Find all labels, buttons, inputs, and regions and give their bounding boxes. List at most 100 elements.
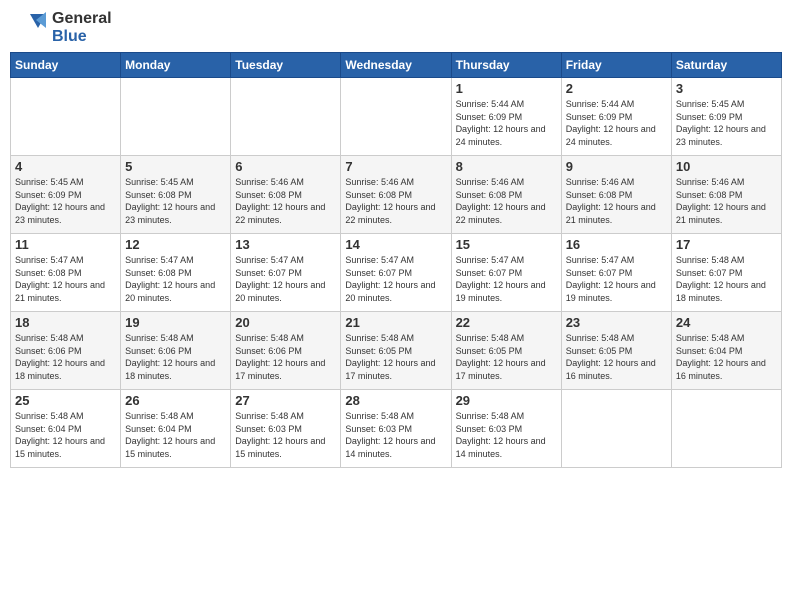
day-number: 8 — [456, 159, 557, 174]
day-number: 12 — [125, 237, 226, 252]
day-info: Sunrise: 5:47 AM Sunset: 6:08 PM Dayligh… — [15, 254, 116, 304]
day-info: Sunrise: 5:46 AM Sunset: 6:08 PM Dayligh… — [676, 176, 777, 226]
weekday-header-saturday: Saturday — [671, 53, 781, 78]
day-number: 2 — [566, 81, 667, 96]
day-info: Sunrise: 5:47 AM Sunset: 6:07 PM Dayligh… — [345, 254, 446, 304]
day-info: Sunrise: 5:48 AM Sunset: 6:03 PM Dayligh… — [235, 410, 336, 460]
day-number: 16 — [566, 237, 667, 252]
day-number: 20 — [235, 315, 336, 330]
day-cell: 11 Sunrise: 5:47 AM Sunset: 6:08 PM Dayli… — [11, 234, 121, 312]
day-cell — [671, 390, 781, 468]
day-info: Sunrise: 5:46 AM Sunset: 6:08 PM Dayligh… — [345, 176, 446, 226]
day-cell: 15 Sunrise: 5:47 AM Sunset: 6:07 PM Dayli… — [451, 234, 561, 312]
day-cell: 9Sunrise: 5:46 AM Sunset: 6:08 PM Daylig… — [561, 156, 671, 234]
logo: GeneralBlue — [10, 10, 112, 46]
day-cell: 23 Sunrise: 5:48 AM Sunset: 6:05 PM Dayli… — [561, 312, 671, 390]
day-number: 24 — [676, 315, 777, 330]
week-row-1: 1 Sunrise: 5:44 AM Sunset: 6:09 PM Daylig… — [11, 78, 782, 156]
weekday-header-tuesday: Tuesday — [231, 53, 341, 78]
day-number: 4 — [15, 159, 116, 174]
weekday-header-sunday: Sunday — [11, 53, 121, 78]
day-info: Sunrise: 5:45 AM Sunset: 6:09 PM Dayligh… — [15, 176, 116, 226]
day-info: Sunrise: 5:44 AM Sunset: 6:09 PM Dayligh… — [566, 98, 667, 148]
day-number: 7 — [345, 159, 446, 174]
day-cell: 8 Sunrise: 5:46 AM Sunset: 6:08 PM Daylig… — [451, 156, 561, 234]
day-number: 6 — [235, 159, 336, 174]
day-info: Sunrise: 5:48 AM Sunset: 6:05 PM Dayligh… — [566, 332, 667, 382]
logo-general: General — [52, 10, 112, 28]
day-cell: 16 Sunrise: 5:47 AM Sunset: 6:07 PM Dayli… — [561, 234, 671, 312]
week-row-2: 4 Sunrise: 5:45 AM Sunset: 6:09 PM Daylig… — [11, 156, 782, 234]
day-cell: 6 Sunrise: 5:46 AM Sunset: 6:08 PM Daylig… — [231, 156, 341, 234]
day-number: 26 — [125, 393, 226, 408]
day-cell: 24 Sunrise: 5:48 AM Sunset: 6:04 PM Dayli… — [671, 312, 781, 390]
day-info: Sunrise: 5:48 AM Sunset: 6:03 PM Dayligh… — [456, 410, 557, 460]
day-cell: 26 Sunrise: 5:48 AM Sunset: 6:04 PM Dayli… — [121, 390, 231, 468]
day-cell: 5 Sunrise: 5:45 AM Sunset: 6:08 PM Daylig… — [121, 156, 231, 234]
day-info: Sunrise: 5:48 AM Sunset: 6:04 PM Dayligh… — [676, 332, 777, 382]
day-cell — [231, 78, 341, 156]
day-cell: 2 Sunrise: 5:44 AM Sunset: 6:09 PM Daylig… — [561, 78, 671, 156]
day-info: Sunrise: 5:48 AM Sunset: 6:06 PM Dayligh… — [15, 332, 116, 382]
day-cell — [11, 78, 121, 156]
day-cell: 27 Sunrise: 5:48 AM Sunset: 6:03 PM Dayli… — [231, 390, 341, 468]
day-number: 22 — [456, 315, 557, 330]
day-number: 13 — [235, 237, 336, 252]
day-info: Sunrise: 5:48 AM Sunset: 6:05 PM Dayligh… — [345, 332, 446, 382]
calendar-table: SundayMondayTuesdayWednesdayThursdayFrid… — [10, 52, 782, 468]
day-cell — [121, 78, 231, 156]
week-row-4: 18 Sunrise: 5:48 AM Sunset: 6:06 PM Dayli… — [11, 312, 782, 390]
day-info: Sunrise: 5:46 AM Sunset: 6:08 PM Dayligh… — [235, 176, 336, 226]
weekday-header-thursday: Thursday — [451, 53, 561, 78]
day-cell — [561, 390, 671, 468]
day-cell: 3 Sunrise: 5:45 AM Sunset: 6:09 PM Daylig… — [671, 78, 781, 156]
day-number: 29 — [456, 393, 557, 408]
day-number: 27 — [235, 393, 336, 408]
day-number: 3 — [676, 81, 777, 96]
day-info: Sunrise: 5:45 AM Sunset: 6:08 PM Dayligh… — [125, 176, 226, 226]
day-info: Sunrise: 5:47 AM Sunset: 6:07 PM Dayligh… — [235, 254, 336, 304]
day-number: 5 — [125, 159, 226, 174]
weekday-header-monday: Monday — [121, 53, 231, 78]
day-info: Sunrise: 5:48 AM Sunset: 6:06 PM Dayligh… — [125, 332, 226, 382]
day-cell: 13 Sunrise: 5:47 AM Sunset: 6:07 PM Dayli… — [231, 234, 341, 312]
header: GeneralBlue — [10, 10, 782, 46]
day-cell: 25Sunrise: 5:48 AM Sunset: 6:04 PM Dayli… — [11, 390, 121, 468]
day-info: Sunrise: 5:48 AM Sunset: 6:04 PM Dayligh… — [125, 410, 226, 460]
day-info: Sunrise: 5:48 AM Sunset: 6:07 PM Dayligh… — [676, 254, 777, 304]
day-cell: 21 Sunrise: 5:48 AM Sunset: 6:05 PM Dayli… — [341, 312, 451, 390]
weekday-header-wednesday: Wednesday — [341, 53, 451, 78]
day-cell: 14 Sunrise: 5:47 AM Sunset: 6:07 PM Dayli… — [341, 234, 451, 312]
day-number: 11 — [15, 237, 116, 252]
day-cell: 28Sunrise: 5:48 AM Sunset: 6:03 PM Dayli… — [341, 390, 451, 468]
day-info: Sunrise: 5:48 AM Sunset: 6:06 PM Dayligh… — [235, 332, 336, 382]
day-cell — [341, 78, 451, 156]
day-info: Sunrise: 5:48 AM Sunset: 6:05 PM Dayligh… — [456, 332, 557, 382]
day-info: Sunrise: 5:46 AM Sunset: 6:08 PM Dayligh… — [456, 176, 557, 226]
calendar-header-row: SundayMondayTuesdayWednesdayThursdayFrid… — [11, 53, 782, 78]
calendar-page: GeneralBlue SundayMondayTuesdayWednesday… — [0, 0, 792, 612]
day-cell: 10Sunrise: 5:46 AM Sunset: 6:08 PM Dayli… — [671, 156, 781, 234]
day-cell: 4 Sunrise: 5:45 AM Sunset: 6:09 PM Daylig… — [11, 156, 121, 234]
day-info: Sunrise: 5:47 AM Sunset: 6:07 PM Dayligh… — [456, 254, 557, 304]
day-info: Sunrise: 5:47 AM Sunset: 6:07 PM Dayligh… — [566, 254, 667, 304]
day-cell: 17Sunrise: 5:48 AM Sunset: 6:07 PM Dayli… — [671, 234, 781, 312]
day-number: 1 — [456, 81, 557, 96]
day-cell: 12Sunrise: 5:47 AM Sunset: 6:08 PM Dayli… — [121, 234, 231, 312]
day-number: 25 — [15, 393, 116, 408]
week-row-3: 11 Sunrise: 5:47 AM Sunset: 6:08 PM Dayli… — [11, 234, 782, 312]
weekday-header-friday: Friday — [561, 53, 671, 78]
day-info: Sunrise: 5:44 AM Sunset: 6:09 PM Dayligh… — [456, 98, 557, 148]
day-number: 23 — [566, 315, 667, 330]
day-info: Sunrise: 5:45 AM Sunset: 6:09 PM Dayligh… — [676, 98, 777, 148]
day-cell: 7 Sunrise: 5:46 AM Sunset: 6:08 PM Daylig… — [341, 156, 451, 234]
day-number: 18 — [15, 315, 116, 330]
day-number: 21 — [345, 315, 446, 330]
day-cell: 29 Sunrise: 5:48 AM Sunset: 6:03 PM Dayli… — [451, 390, 561, 468]
day-cell: 18 Sunrise: 5:48 AM Sunset: 6:06 PM Dayli… — [11, 312, 121, 390]
day-number: 15 — [456, 237, 557, 252]
day-cell: 22 Sunrise: 5:48 AM Sunset: 6:05 PM Dayli… — [451, 312, 561, 390]
day-number: 14 — [345, 237, 446, 252]
day-number: 19 — [125, 315, 226, 330]
day-info: Sunrise: 5:48 AM Sunset: 6:03 PM Dayligh… — [345, 410, 446, 460]
